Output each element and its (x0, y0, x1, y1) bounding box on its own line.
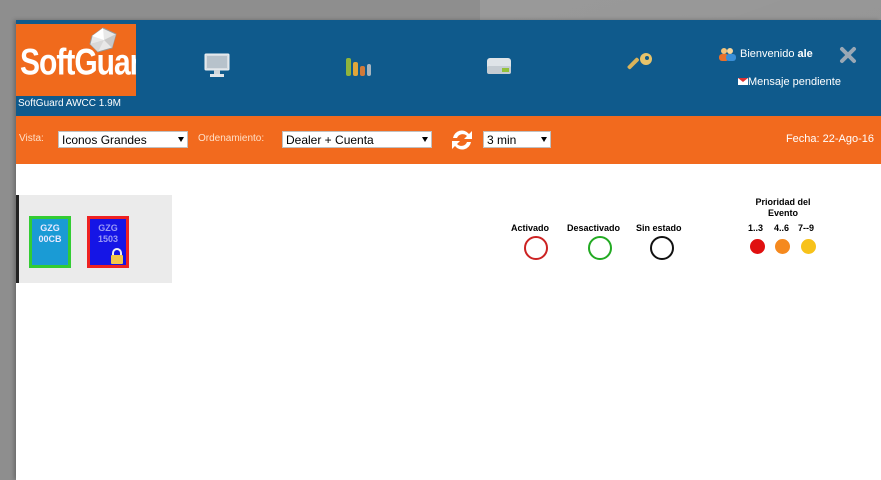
accounts-panel: GZG 00CB GZG 1503 (16, 195, 172, 283)
legend-sin-estado-label: Sin estado (636, 223, 682, 233)
refresh-icon[interactable] (449, 128, 475, 152)
account-code: GZG 1503 (97, 223, 119, 244)
users-icon (719, 48, 736, 61)
account-tile[interactable]: GZG 1503 (87, 216, 129, 268)
app-window: SoftGuard SoftGuard AWCC 1.9M (16, 20, 881, 480)
app-version: SoftGuard AWCC 1.9M (18, 98, 121, 109)
logo-wordmark: SoftGuard (20, 41, 136, 83)
priority-range-high: 7--9 (798, 223, 815, 233)
softguard-logo[interactable]: SoftGuard (16, 24, 136, 96)
message-text: Mensaje pendiente (748, 76, 841, 88)
chevron-down-icon (178, 137, 184, 142)
vista-label: Vista: (19, 133, 44, 144)
date-display: Fecha: 22-Ago-16 (785, 133, 874, 145)
priority-mid-dot-icon (775, 239, 790, 254)
chevron-down-icon (541, 137, 547, 142)
lock-icon (111, 248, 123, 264)
monitor-icon[interactable] (202, 50, 232, 80)
ordenamiento-value: Dealer + Cuenta (286, 133, 374, 147)
user-name: ale (797, 47, 813, 60)
refresh-interval-select[interactable]: 3 min (483, 131, 551, 148)
ordenamiento-label: Ordenamiento: (198, 133, 265, 144)
legend-activado-label: Activado (511, 223, 550, 233)
message-flag-icon (738, 78, 748, 86)
priority-range-low: 1..3 (748, 223, 764, 233)
priority-title: Prioridad del Evento (755, 197, 811, 218)
ordenamiento-select[interactable]: Dealer + Cuenta (282, 131, 432, 148)
activado-ring-icon (524, 236, 548, 260)
pending-message-link[interactable]: Mensaje pendiente (738, 76, 841, 88)
welcome-text: Bienvenido ale (718, 47, 813, 61)
priority-low-dot-icon (750, 239, 765, 254)
refresh-interval-value: 3 min (487, 133, 517, 147)
account-tile[interactable]: GZG 00CB (29, 216, 71, 268)
priority-range-mid: 4..6 (774, 223, 790, 233)
welcome-prefix: Bienvenido (740, 47, 795, 60)
inbox-icon[interactable] (484, 50, 514, 80)
legend-desactivado-label: Desactivado (567, 223, 621, 233)
vista-value: Iconos Grandes (62, 133, 147, 147)
header-bar: SoftGuard SoftGuard AWCC 1.9M (16, 20, 881, 116)
sin-estado-ring-icon (650, 236, 674, 260)
vista-select[interactable]: Iconos Grandes (58, 131, 188, 148)
key-icon[interactable] (626, 50, 656, 80)
desactivado-ring-icon (588, 236, 612, 260)
bar-chart-icon[interactable] (343, 50, 373, 80)
account-code: GZG 00CB (38, 223, 62, 244)
priority-high-dot-icon (801, 239, 816, 254)
toolbar: Vista: Iconos Grandes Ordenamiento: Deal… (16, 116, 881, 164)
chevron-down-icon (422, 137, 428, 142)
logout-close-icon[interactable] (838, 45, 858, 65)
